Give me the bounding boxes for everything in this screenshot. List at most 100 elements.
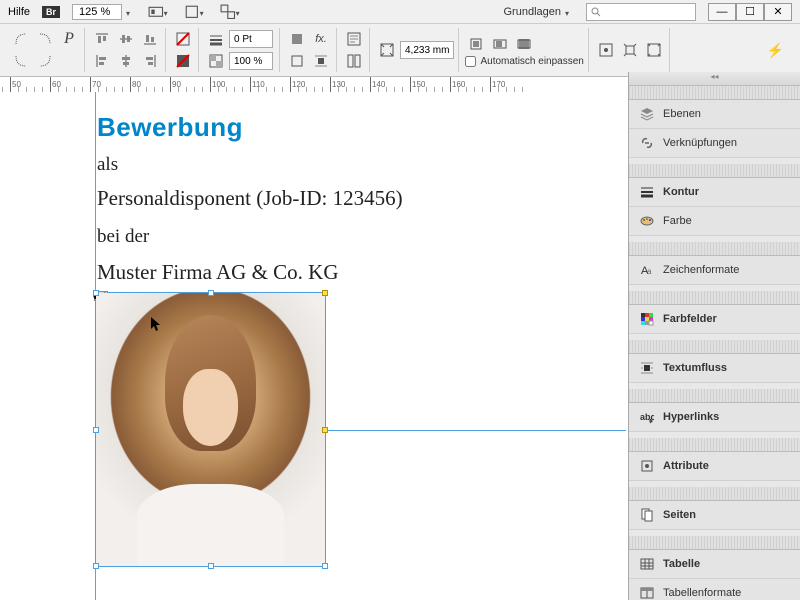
document-canvas[interactable]: Bewerbung als Personaldisponent (Job-ID:…	[0, 92, 628, 600]
fit-value-field[interactable]: 4,233 mm	[400, 41, 454, 59]
panel-group-grip[interactable]	[629, 86, 800, 100]
corner-bl-icon[interactable]	[10, 51, 32, 71]
screen-mode-button[interactable]	[183, 3, 207, 21]
text-line-firma[interactable]: Muster Firma AG & Co. KG	[97, 260, 339, 285]
align-right-icon[interactable]	[139, 51, 161, 71]
swatches-icon	[639, 311, 655, 327]
chevron-down-icon[interactable]	[126, 7, 135, 16]
resize-handle-tl[interactable]	[93, 290, 99, 296]
align-hcenter-icon[interactable]	[115, 51, 137, 71]
table-icon	[639, 556, 655, 572]
align-top-icon[interactable]	[91, 29, 113, 49]
search-input[interactable]	[586, 3, 696, 21]
resize-handle-mr[interactable]	[322, 427, 328, 433]
text-line-job[interactable]: Personaldisponent (Job-ID: 123456)	[97, 186, 403, 211]
text-line-als[interactable]: als	[97, 154, 118, 176]
panel-item-color[interactable]: Farbe	[629, 207, 800, 236]
align-left-icon[interactable]	[91, 51, 113, 71]
panel-item-hyperlink[interactable]: abcHyperlinks	[629, 403, 800, 432]
panel-group-grip[interactable]	[629, 242, 800, 256]
corner-tr-icon[interactable]	[34, 29, 56, 49]
no-stroke-icon[interactable]	[172, 51, 194, 71]
fit-frame-icon[interactable]	[376, 40, 398, 60]
layers-icon	[639, 106, 655, 122]
align-vcenter-icon[interactable]	[115, 29, 137, 49]
document-title[interactable]: Bewerbung	[97, 112, 243, 143]
panel-item-attribute[interactable]: Attribute	[629, 452, 800, 481]
ruler-label: 80	[132, 80, 141, 89]
corner-tl-icon[interactable]	[10, 29, 32, 49]
fx-button[interactable]: fx.	[310, 29, 332, 49]
zoom-control[interactable]: 125 %	[72, 4, 135, 20]
no-fill-icon[interactable]	[172, 29, 194, 49]
panel-item-swatches[interactable]: Farbfelder	[629, 305, 800, 334]
fit-content-to-frame-icon[interactable]	[643, 40, 665, 60]
help-menu[interactable]: Hilfe	[8, 6, 30, 18]
panel-expand-tab[interactable]	[628, 372, 629, 412]
wrap-around-icon[interactable]	[310, 51, 332, 71]
effects-icon[interactable]	[286, 29, 308, 49]
corner-br-icon[interactable]	[34, 51, 56, 71]
panel-item-label: Ebenen	[663, 108, 701, 120]
maximize-button[interactable]: ☐	[736, 3, 764, 21]
opacity-field[interactable]: 100 %	[229, 52, 273, 70]
panel-item-links[interactable]: Verknüpfungen	[629, 129, 800, 158]
ruler-label: 90	[172, 80, 181, 89]
panel-item-pages[interactable]: Seiten	[629, 501, 800, 530]
workspace-switcher[interactable]: Grundlagen	[504, 6, 575, 18]
resize-handle-br[interactable]	[322, 563, 328, 569]
arrange-button[interactable]	[219, 3, 243, 21]
search-icon	[591, 7, 601, 17]
chevron-down-icon	[565, 7, 574, 16]
cursor-icon	[151, 317, 163, 333]
fit-content-icon[interactable]	[465, 34, 487, 54]
resize-handle-tc[interactable]	[208, 290, 214, 296]
placed-photo[interactable]	[96, 293, 325, 566]
align-bottom-icon[interactable]	[139, 29, 161, 49]
image-frame-selected[interactable]: ⬤⬤	[95, 292, 326, 567]
fit-frame-to-content-icon[interactable]	[619, 40, 641, 60]
zoom-value[interactable]: 125 %	[72, 4, 122, 20]
panel-dock: ◂◂ Ebenen Verknüpfungen Kontur Farbe AaZeich…	[628, 72, 800, 600]
resize-handle-bl[interactable]	[93, 563, 99, 569]
panel-group-grip[interactable]	[629, 291, 800, 305]
panel-group-grip[interactable]	[629, 164, 800, 178]
stroke-weight-field[interactable]: 0 Pt	[229, 30, 273, 48]
resize-handle-ml[interactable]	[93, 427, 99, 433]
panel-item-label: Kontur	[663, 186, 699, 198]
columns-icon[interactable]	[343, 51, 365, 71]
stroke-weight-icon	[205, 29, 227, 49]
stroke-icon	[639, 184, 655, 200]
panel-group-grip[interactable]	[629, 340, 800, 354]
panel-item-label: Farbfelder	[663, 313, 717, 325]
links-icon	[639, 135, 655, 151]
panel-group-grip[interactable]	[629, 536, 800, 550]
panel-item-table[interactable]: Tabelle	[629, 550, 800, 579]
center-content-icon[interactable]	[595, 40, 617, 60]
fit-proportional-icon[interactable]	[489, 34, 511, 54]
panel-group-grip[interactable]	[629, 438, 800, 452]
bridge-button[interactable]: Br	[42, 6, 60, 18]
close-button[interactable]: ✕	[764, 3, 792, 21]
quick-apply-icon[interactable]: ⚡	[767, 42, 794, 59]
resize-handle-tr[interactable]	[322, 290, 328, 296]
resize-handle-bc[interactable]	[208, 563, 214, 569]
text-line-bei[interactable]: bei der	[97, 226, 149, 248]
panel-item-wrap[interactable]: Textumfluss	[629, 354, 800, 383]
panel-group-grip[interactable]	[629, 389, 800, 403]
fill-proportional-icon[interactable]	[513, 34, 535, 54]
p-tool-icon[interactable]: P	[58, 29, 80, 49]
panel-item-stroke[interactable]: Kontur	[629, 178, 800, 207]
ruler-label: 50	[12, 80, 21, 89]
wrap-none-icon[interactable]	[286, 51, 308, 71]
panel-item-layers[interactable]: Ebenen	[629, 100, 800, 129]
text-frame-options-icon[interactable]	[343, 29, 365, 49]
panel-item-label: Tabelle	[663, 558, 700, 570]
panel-group-grip[interactable]	[629, 487, 800, 501]
minimize-button[interactable]: —	[708, 3, 736, 21]
panel-collapse-bar[interactable]: ◂◂	[629, 72, 800, 86]
autofit-checkbox[interactable]: Automatisch einpassen	[465, 56, 583, 67]
view-options-button[interactable]	[147, 3, 171, 21]
panel-item-tablefmt[interactable]: Tabellenformate	[629, 579, 800, 600]
panel-item-charstyle[interactable]: AaZeichenformate	[629, 256, 800, 285]
